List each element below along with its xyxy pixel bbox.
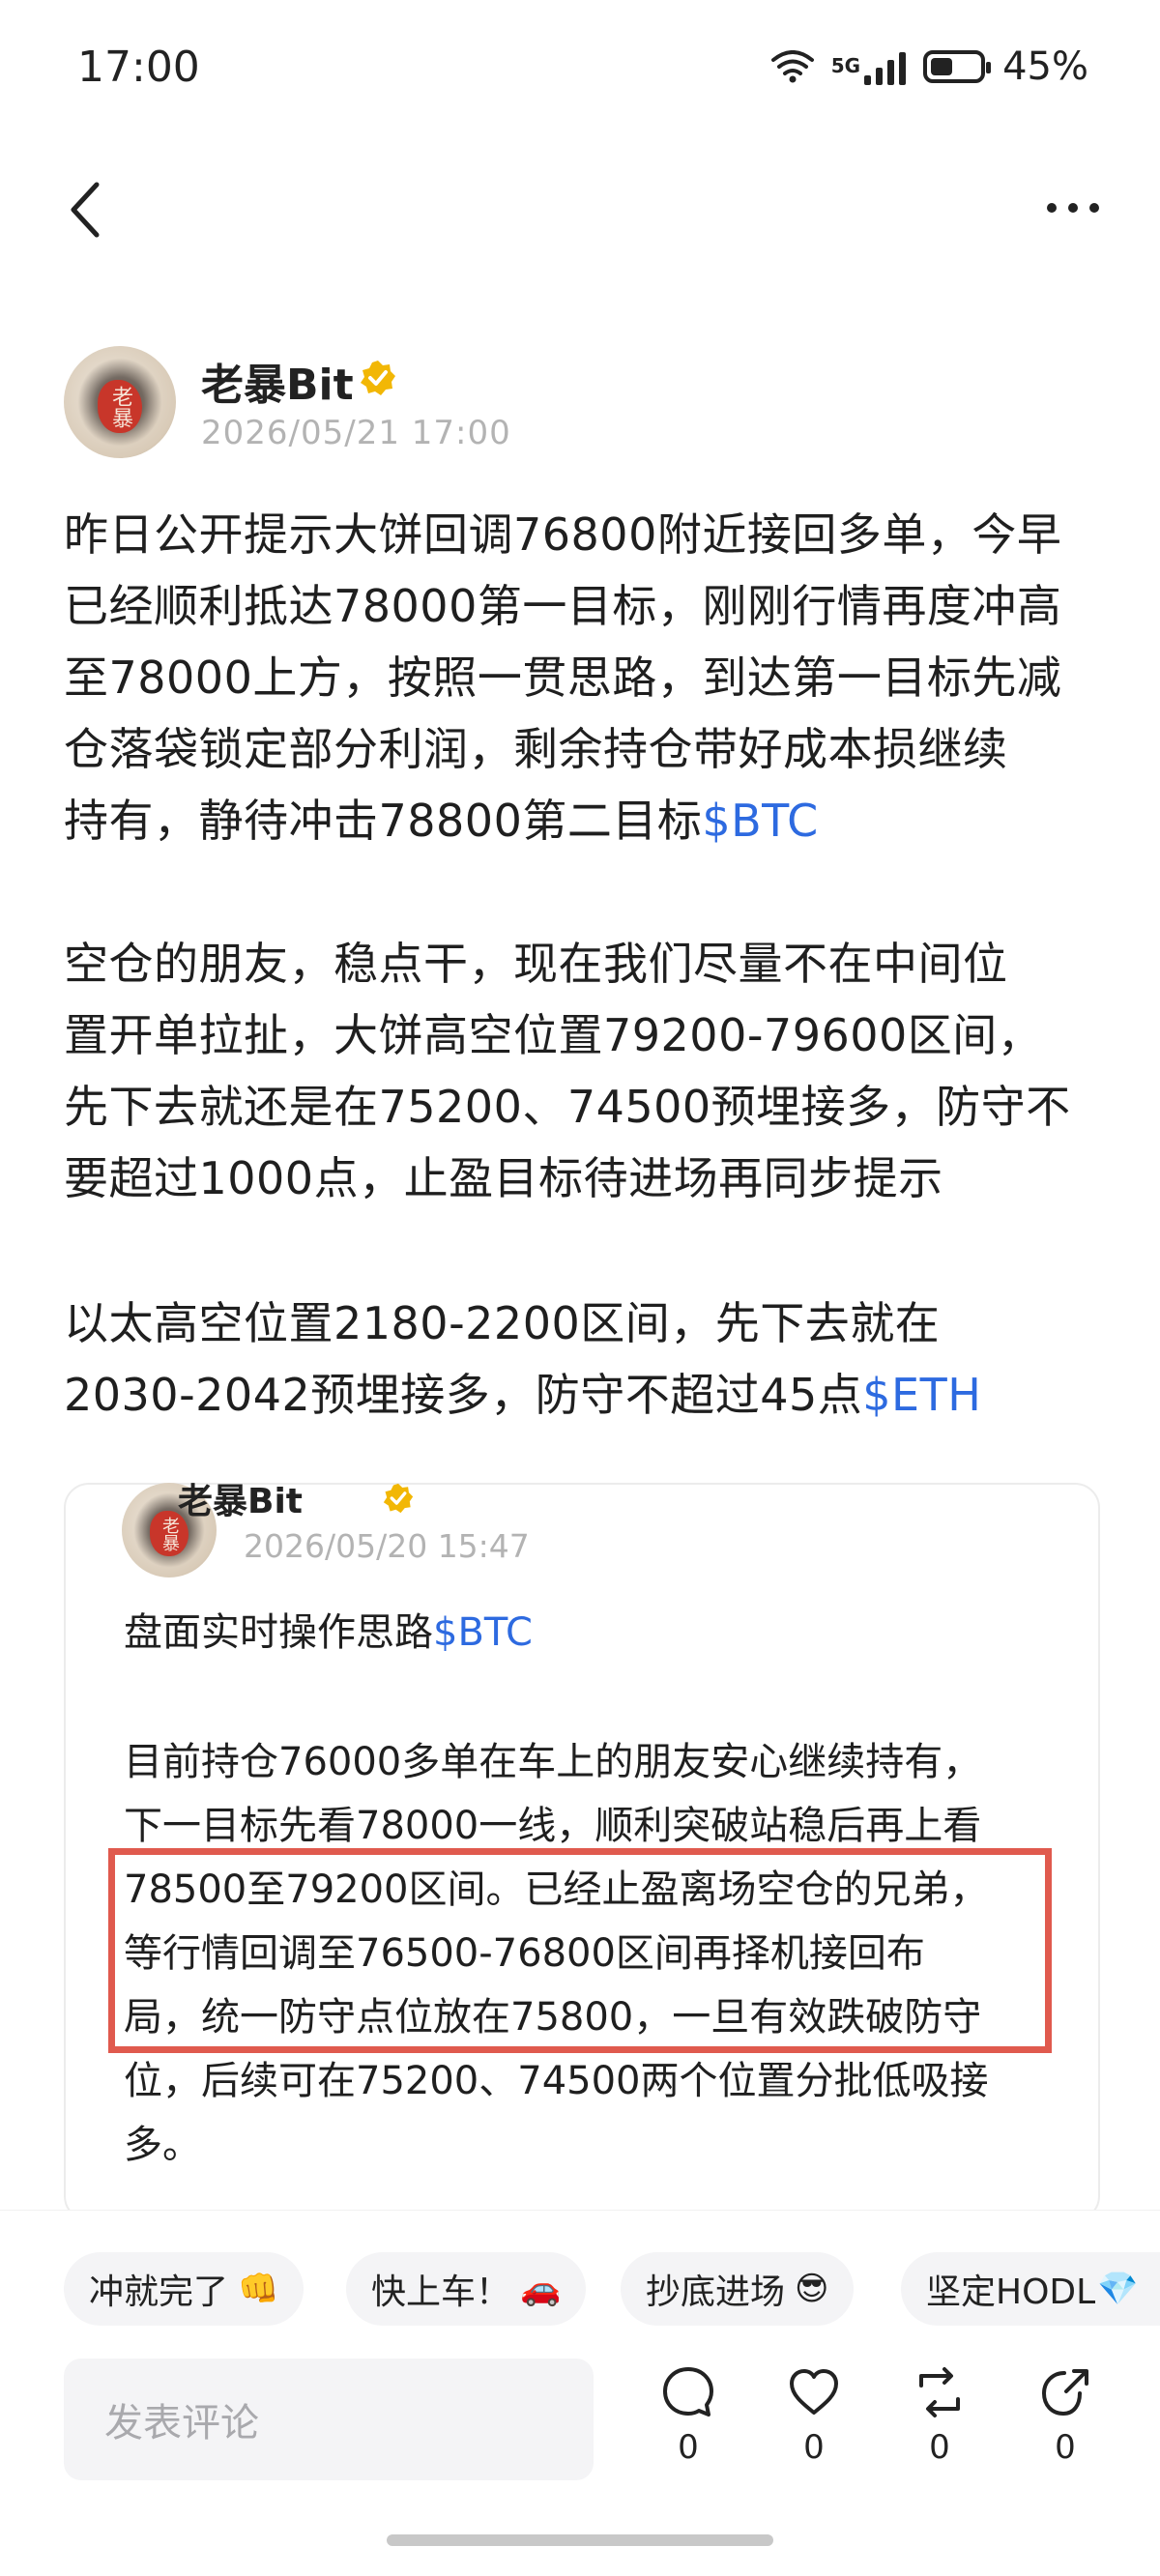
- text-line: 要超过1000点，止盈目标待进场再同步提示: [64, 1152, 943, 1204]
- text-line: 以太高空位置2180-2200区间，先下去就在: [64, 1297, 941, 1349]
- back-button[interactable]: [58, 176, 112, 244]
- signal-icon: [864, 48, 907, 85]
- gem-emoji-icon: 💎: [1097, 2270, 1139, 2308]
- reaction-label: 坚定HODL: [926, 2272, 1096, 2312]
- comment-input[interactable]: 发表评论: [64, 2359, 594, 2480]
- sunglasses-emoji-icon: 😎: [795, 2270, 829, 2308]
- comment-count: 0: [678, 2428, 699, 2467]
- network-type: 5G: [830, 54, 861, 77]
- btc-tag-link[interactable]: $BTC: [433, 1610, 533, 1655]
- wifi-icon: [770, 50, 814, 83]
- text-line: 先下去就还是在75200、74500预埋接多，防守不: [64, 1081, 1071, 1133]
- car-emoji-icon: 🚗: [520, 2270, 562, 2308]
- reaction-chip[interactable]: 坚定HODL 💎: [901, 2252, 1160, 2326]
- share-icon: [1041, 2369, 1088, 2417]
- share-action[interactable]: 0: [1027, 2364, 1104, 2467]
- fist-emoji-icon: 👊: [238, 2270, 279, 2308]
- like-action[interactable]: 0: [775, 2364, 853, 2467]
- text-line: 位，后续可在75200、74500两个位置分批低吸接: [124, 2059, 989, 2103]
- highlight-annotation-box: [108, 1848, 1052, 2053]
- eth-tag-link[interactable]: $ETH: [862, 1369, 981, 1421]
- reaction-chip[interactable]: 抄底进场 😎: [621, 2252, 855, 2326]
- repost-count: 0: [929, 2428, 950, 2467]
- battery-icon: [923, 50, 992, 83]
- comment-action[interactable]: 0: [650, 2364, 727, 2467]
- more-dot-icon: [1089, 203, 1099, 213]
- text-line: 已经顺利抵达78000第一目标，刚刚行情再度冲高: [64, 580, 1062, 632]
- battery-percent: 45%: [1002, 44, 1088, 89]
- text-line: 空仓的朋友，稳点干，现在我们尽量不在中间位: [64, 938, 1008, 990]
- text-line: 至78000上方，按照一贯思路，到达第一目标先减: [64, 651, 1062, 704]
- more-dot-icon: [1068, 203, 1078, 213]
- text-line: 置开单拉扯，大饼高空位置79200-79600区间，: [64, 1009, 1043, 1061]
- text-line: 2030-2042预埋接多，防守不超过45点: [64, 1369, 863, 1421]
- text-line: 多。: [124, 2123, 201, 2167]
- chevron-left-icon: [71, 182, 100, 238]
- text-line: 仓落袋锁定部分利润，剩余持仓带好成本损继续: [64, 723, 1008, 775]
- text-line: 2030-2042预埋接多，防守不超过45点$ETH: [64, 1359, 1108, 1431]
- quote-title: 盘面实时操作思路$BTC: [124, 1601, 1071, 1664]
- status-time: 17:00: [77, 43, 200, 92]
- comment-icon: [663, 2367, 713, 2417]
- verified-badge-icon: [361, 361, 395, 395]
- share-count: 0: [1055, 2428, 1076, 2467]
- post-timestamp: 2026/05/21 17:00: [201, 414, 511, 452]
- author-avatar[interactable]: 老暴: [64, 346, 176, 458]
- post-paragraph-3: 以太高空位置2180-2200区间，先下去就在 2030-2042预埋接多，防守…: [64, 1288, 1108, 1431]
- post-paragraph-2: 空仓的朋友，稳点干，现在我们尽量不在中间位 置开单拉扯，大饼高空位置79200-…: [64, 928, 1108, 1214]
- text-line: 昨日公开提示大饼回调76800附近接回多单，今早: [64, 508, 1062, 561]
- text-line: 目前持仓76000多单在车上的朋友安心继续持有，: [124, 1740, 982, 1784]
- more-options-button[interactable]: [1034, 184, 1112, 232]
- author-name[interactable]: 老暴Bit: [201, 350, 354, 412]
- repost-action[interactable]: 0: [901, 2364, 978, 2467]
- status-icons: 5G 45%: [770, 44, 1088, 89]
- reaction-label: 冲就完了: [89, 2272, 229, 2312]
- verified-badge-icon: [383, 1483, 414, 1514]
- quote-timestamp: 2026/05/20 15:47: [244, 1527, 530, 1565]
- heart-icon: [790, 2369, 838, 2415]
- quote-author-name: 老暴Bit: [178, 1482, 303, 1521]
- post-paragraph-1: 昨日公开提示大饼回调76800附近接回多单，今早 已经顺利抵达78000第一目标…: [64, 499, 1108, 856]
- text-line: 持有，静待冲击78800第二目标: [64, 795, 703, 847]
- btc-tag-link[interactable]: $BTC: [702, 795, 818, 847]
- reaction-chip[interactable]: 冲就完了 👊: [64, 2252, 304, 2326]
- like-count: 0: [803, 2428, 825, 2467]
- text-line: 持有，静待冲击78800第二目标$BTC: [64, 785, 1108, 856]
- reaction-label: 快上车！: [371, 2272, 511, 2312]
- repost-icon: [919, 2367, 960, 2417]
- quote-title-text: 盘面实时操作思路: [124, 1610, 433, 1655]
- reaction-chip[interactable]: 快上车！ 🚗: [346, 2252, 587, 2326]
- home-indicator: [387, 2534, 773, 2546]
- more-dot-icon: [1047, 203, 1057, 213]
- reaction-label: 抄底进场: [646, 2272, 786, 2312]
